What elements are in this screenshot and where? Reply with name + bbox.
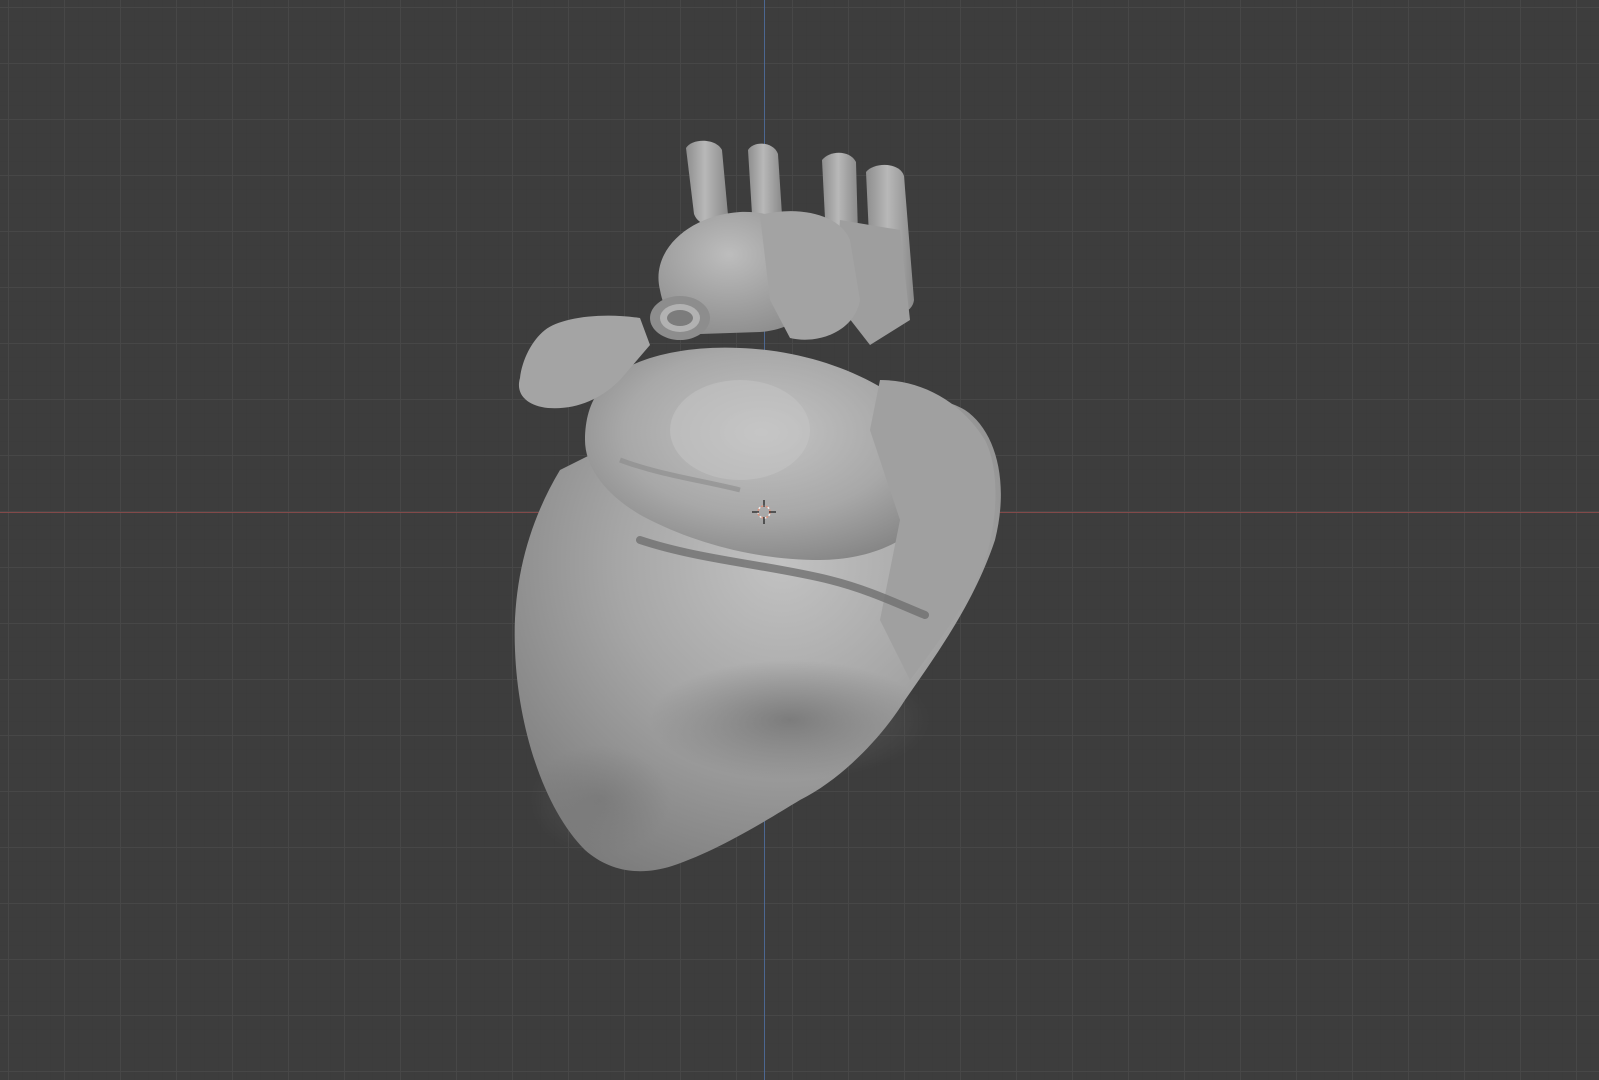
3d-cursor-icon[interactable] [752,500,776,524]
3d-viewport[interactable] [0,0,1599,1080]
heart-mesh-object[interactable] [0,0,1599,1080]
vessel-opening [650,296,710,340]
